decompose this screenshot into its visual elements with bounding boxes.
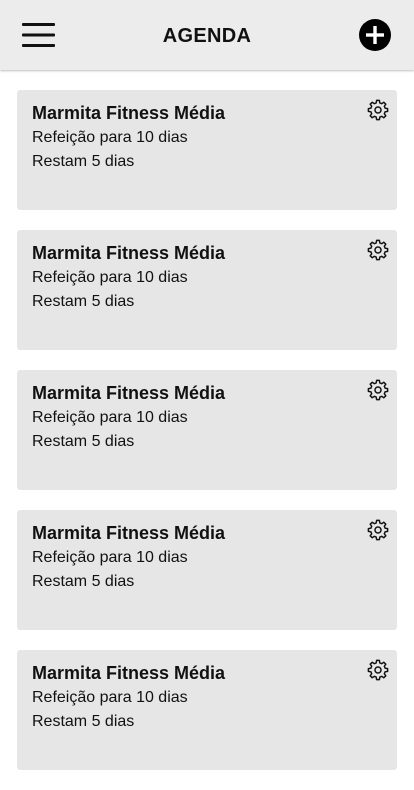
card-title: Marmita Fitness Média <box>32 523 226 543</box>
agenda-list: Marmita Fitness Média Refeição para 10 d… <box>17 90 397 790</box>
gear-icon <box>367 99 389 121</box>
card-remaining: Restam 5 dias <box>32 293 135 310</box>
agenda-card[interactable]: Marmita Fitness Média Refeição para 10 d… <box>17 230 397 350</box>
gear-hole <box>374 386 382 394</box>
plus-circle-icon <box>359 19 391 51</box>
add-button[interactable] <box>358 18 392 52</box>
card-settings-button[interactable] <box>367 99 389 121</box>
gear-outline <box>367 519 389 541</box>
card-meals: Refeição para 10 dias <box>32 269 188 286</box>
card-title: Marmita Fitness Média <box>32 103 226 123</box>
gear-hole <box>374 666 382 674</box>
agenda-card[interactable]: Marmita Fitness Média Refeição para 10 d… <box>17 510 397 630</box>
gear-outline <box>367 659 389 681</box>
card-meals: Refeição para 10 dias <box>32 409 188 426</box>
card-meals: Refeição para 10 dias <box>32 129 188 146</box>
card-settings-button[interactable] <box>367 379 389 401</box>
gear-icon <box>367 659 389 681</box>
gear-hole <box>374 526 382 534</box>
card-settings-button[interactable] <box>367 239 389 261</box>
card-remaining: Restam 5 dias <box>32 573 135 590</box>
agenda-card[interactable]: Marmita Fitness Média Refeição para 10 d… <box>17 370 397 490</box>
page-title: AGENDA <box>162 25 252 47</box>
gear-outline <box>367 379 389 401</box>
gear-hole <box>374 106 382 114</box>
app-header: AGENDA <box>0 0 414 70</box>
agenda-card[interactable]: Marmita Fitness Média Refeição para 10 d… <box>17 650 397 770</box>
card-remaining: Restam 5 dias <box>32 153 135 170</box>
card-settings-button[interactable] <box>367 659 389 681</box>
gear-icon <box>367 519 389 541</box>
card-meals: Refeição para 10 dias <box>32 549 188 566</box>
card-remaining: Restam 5 dias <box>32 713 135 730</box>
gear-icon <box>367 239 389 261</box>
card-settings-button[interactable] <box>367 519 389 541</box>
agenda-card[interactable]: Marmita Fitness Média Refeição para 10 d… <box>17 90 397 210</box>
gear-outline <box>367 99 389 121</box>
gear-icon <box>367 379 389 401</box>
card-title: Marmita Fitness Média <box>32 663 226 683</box>
card-meals: Refeição para 10 dias <box>32 689 188 706</box>
gear-outline <box>367 239 389 261</box>
card-title: Marmita Fitness Média <box>32 243 226 263</box>
card-remaining: Restam 5 dias <box>32 433 135 450</box>
gear-hole <box>374 246 382 254</box>
card-title: Marmita Fitness Média <box>32 383 226 403</box>
